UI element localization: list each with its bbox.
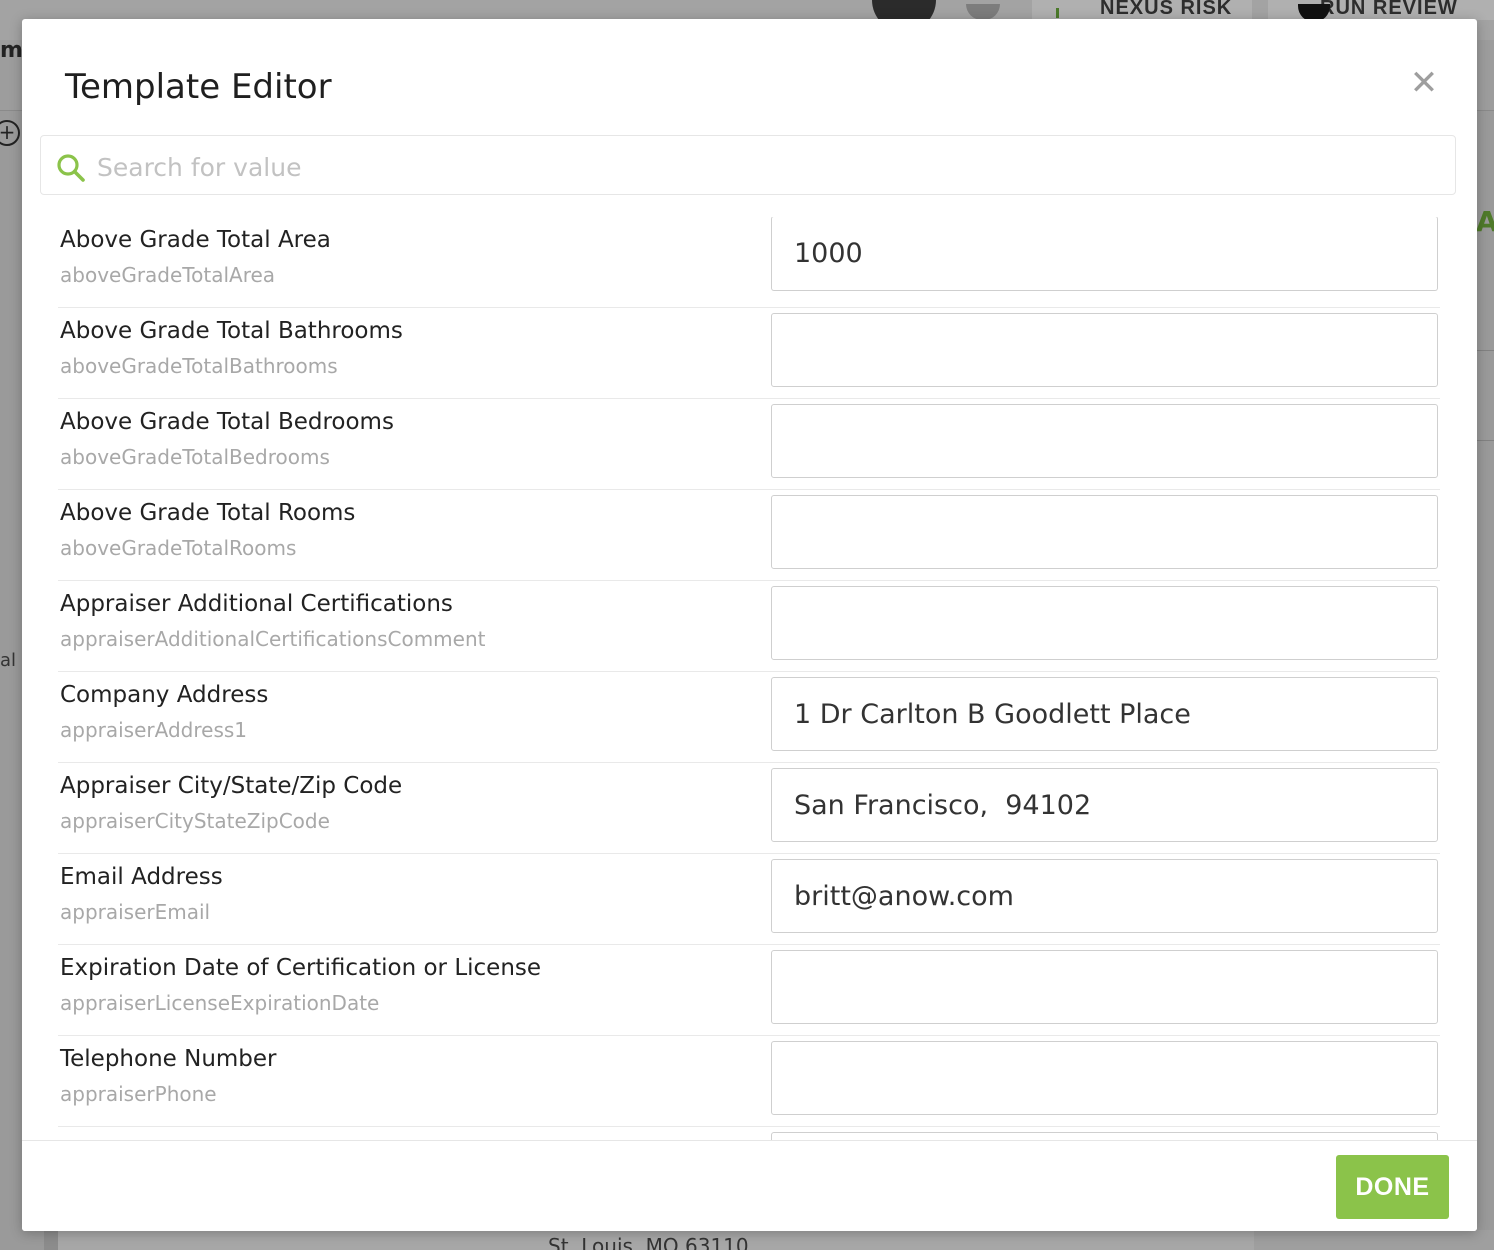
field-input[interactable] bbox=[771, 217, 1438, 291]
search-box bbox=[40, 135, 1456, 195]
field-input[interactable] bbox=[771, 586, 1438, 660]
field-input[interactable] bbox=[771, 859, 1438, 933]
field-key: appraiserAdditionalCertificationsComment bbox=[60, 627, 486, 651]
risk-chart-icon bbox=[1056, 8, 1073, 18]
field-row: Above Grade Total Bathrooms aboveGradeTo… bbox=[58, 308, 1440, 399]
field-label: Email Address bbox=[60, 864, 223, 890]
search-input[interactable] bbox=[95, 144, 1439, 190]
field-label: Appraiser City/State/Zip Code bbox=[60, 773, 403, 799]
field-row: Telephone Number appraiserPhone bbox=[58, 1036, 1440, 1127]
field-row: Appraiser Additional Certifications appr… bbox=[58, 581, 1440, 672]
background-address: St. Louis, MO 63110 bbox=[548, 1234, 749, 1250]
field-input[interactable] bbox=[771, 950, 1438, 1024]
field-row: Email Address appraiserEmail bbox=[58, 854, 1440, 945]
modal-footer: DONE bbox=[22, 1140, 1477, 1231]
field-key: aboveGradeTotalBedrooms bbox=[60, 445, 330, 469]
background-divider bbox=[1476, 440, 1494, 441]
close-icon[interactable]: ✕ bbox=[1406, 65, 1442, 101]
field-input[interactable] bbox=[771, 1132, 1438, 1140]
field-label: Company Address bbox=[60, 682, 269, 708]
field-input[interactable] bbox=[771, 495, 1438, 569]
field-label: Above Grade Total Area bbox=[60, 227, 331, 253]
field-key: aboveGradeTotalBathrooms bbox=[60, 354, 338, 378]
template-editor-modal: Template Editor ✕ Above Grade Total Area… bbox=[22, 19, 1477, 1231]
field-key: appraiserAddress1 bbox=[60, 718, 248, 742]
field-label: Above Grade Total Rooms bbox=[60, 500, 356, 526]
search-icon bbox=[57, 154, 85, 182]
field-label: Above Grade Total Bedrooms bbox=[60, 409, 394, 435]
done-button[interactable]: DONE bbox=[1336, 1155, 1449, 1219]
field-key: appraiserPhone bbox=[60, 1082, 217, 1106]
field-key: appraiserLicenseExpirationDate bbox=[60, 991, 380, 1015]
field-key: aboveGradeTotalArea bbox=[60, 263, 276, 287]
field-row: Above Grade Total Bedrooms aboveGradeTot… bbox=[58, 399, 1440, 490]
field-row bbox=[58, 1127, 1440, 1140]
field-row: Appraiser City/State/Zip Code appraiserC… bbox=[58, 763, 1440, 854]
field-label: Appraiser Additional Certifications bbox=[60, 591, 453, 617]
field-label: Above Grade Total Bathrooms bbox=[60, 318, 403, 344]
field-row: Above Grade Total Rooms aboveGradeTotalR… bbox=[58, 490, 1440, 581]
field-input[interactable] bbox=[771, 677, 1438, 751]
field-label: Expiration Date of Certification or Lice… bbox=[60, 955, 542, 981]
modal-title: Template Editor bbox=[65, 67, 332, 107]
field-key: appraiserEmail bbox=[60, 900, 211, 924]
field-label: Telephone Number bbox=[60, 1046, 277, 1072]
add-circle-icon: + bbox=[0, 120, 20, 146]
background-left-text: al bbox=[0, 650, 17, 671]
field-row: Expiration Date of Certification or Lice… bbox=[58, 945, 1440, 1036]
background-card bbox=[1254, 1230, 1494, 1250]
field-key: aboveGradeTotalRooms bbox=[60, 536, 297, 560]
fields-list[interactable]: Above Grade Total Area aboveGradeTotalAr… bbox=[58, 217, 1440, 1140]
field-input[interactable] bbox=[771, 768, 1438, 842]
field-input[interactable] bbox=[771, 313, 1438, 387]
field-key: appraiserCityStateZipCode bbox=[60, 809, 330, 833]
field-row: Company Address appraiserAddress1 bbox=[58, 672, 1440, 763]
background-right-text: AI bbox=[1476, 205, 1494, 238]
background-divider bbox=[1476, 350, 1494, 351]
field-input[interactable] bbox=[771, 1041, 1438, 1115]
field-input[interactable] bbox=[771, 404, 1438, 478]
field-row: Above Grade Total Area aboveGradeTotalAr… bbox=[58, 217, 1440, 308]
